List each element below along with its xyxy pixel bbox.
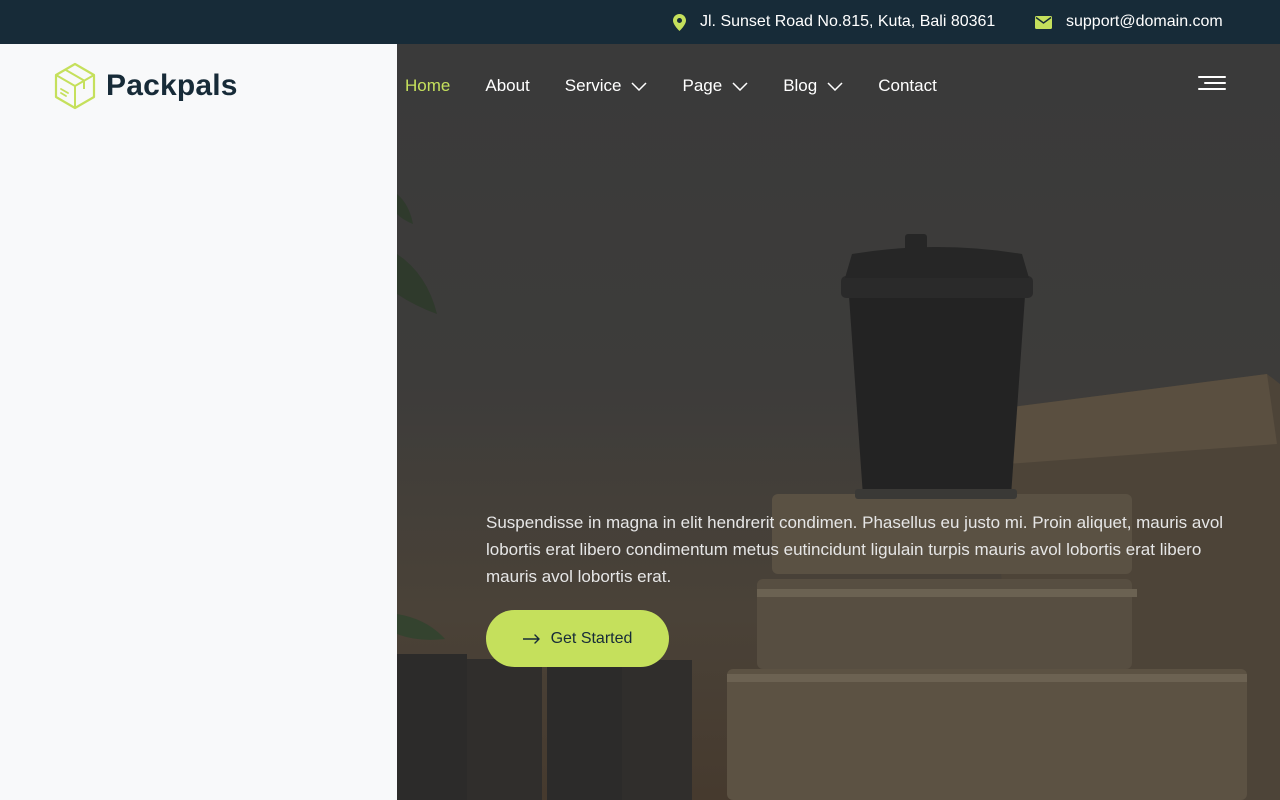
hero-banner — [397, 44, 1280, 800]
topbar-email[interactable]: support@domain.com — [1035, 0, 1223, 44]
nav-about[interactable]: About — [485, 76, 529, 96]
nav-blog[interactable]: Blog — [783, 76, 843, 96]
nav-page-label: Page — [682, 76, 723, 95]
nav-service-label: Service — [564, 76, 622, 95]
hero-description: Suspendisse in magna in elit hendrerit c… — [486, 513, 1224, 586]
nav-blog-label: Blog — [783, 76, 818, 95]
get-started-label: Get Started — [550, 629, 633, 647]
header-brand-panel — [0, 44, 397, 800]
main-navigation: Home About Service Page Blog Contact — [397, 44, 972, 128]
chevron-down-icon — [732, 81, 748, 91]
hero-background-image — [397, 194, 1280, 800]
nav-page[interactable]: Page — [682, 76, 748, 96]
get-started-button[interactable]: Get Started — [486, 610, 669, 667]
nav-about-label: About — [485, 76, 530, 95]
map-pin-icon — [673, 13, 686, 31]
nav-home[interactable]: Home — [405, 76, 450, 96]
email-link[interactable]: support@domain.com — [1066, 13, 1223, 31]
nav-home-label: Home — [405, 76, 451, 95]
brand-name: Packpals — [106, 69, 238, 102]
top-contact-bar: Jl. Sunset Road No.815, Kuta, Bali 80361… — [0, 0, 1280, 44]
box-logo-icon — [54, 62, 96, 110]
nav-service[interactable]: Service — [565, 76, 648, 96]
chevron-down-icon — [631, 81, 648, 91]
brand-logo[interactable]: Packpals — [54, 62, 238, 110]
topbar-address: Jl. Sunset Road No.815, Kuta, Bali 80361 — [673, 0, 995, 44]
hamburger-icon[interactable] — [1198, 76, 1226, 92]
nav-contact[interactable]: Contact — [878, 76, 937, 96]
envelope-icon — [1035, 15, 1052, 29]
chevron-down-icon — [827, 81, 843, 91]
arrow-right-icon — [522, 633, 540, 644]
address-text: Jl. Sunset Road No.815, Kuta, Bali 80361 — [700, 13, 996, 30]
nav-contact-label: Contact — [878, 76, 937, 95]
